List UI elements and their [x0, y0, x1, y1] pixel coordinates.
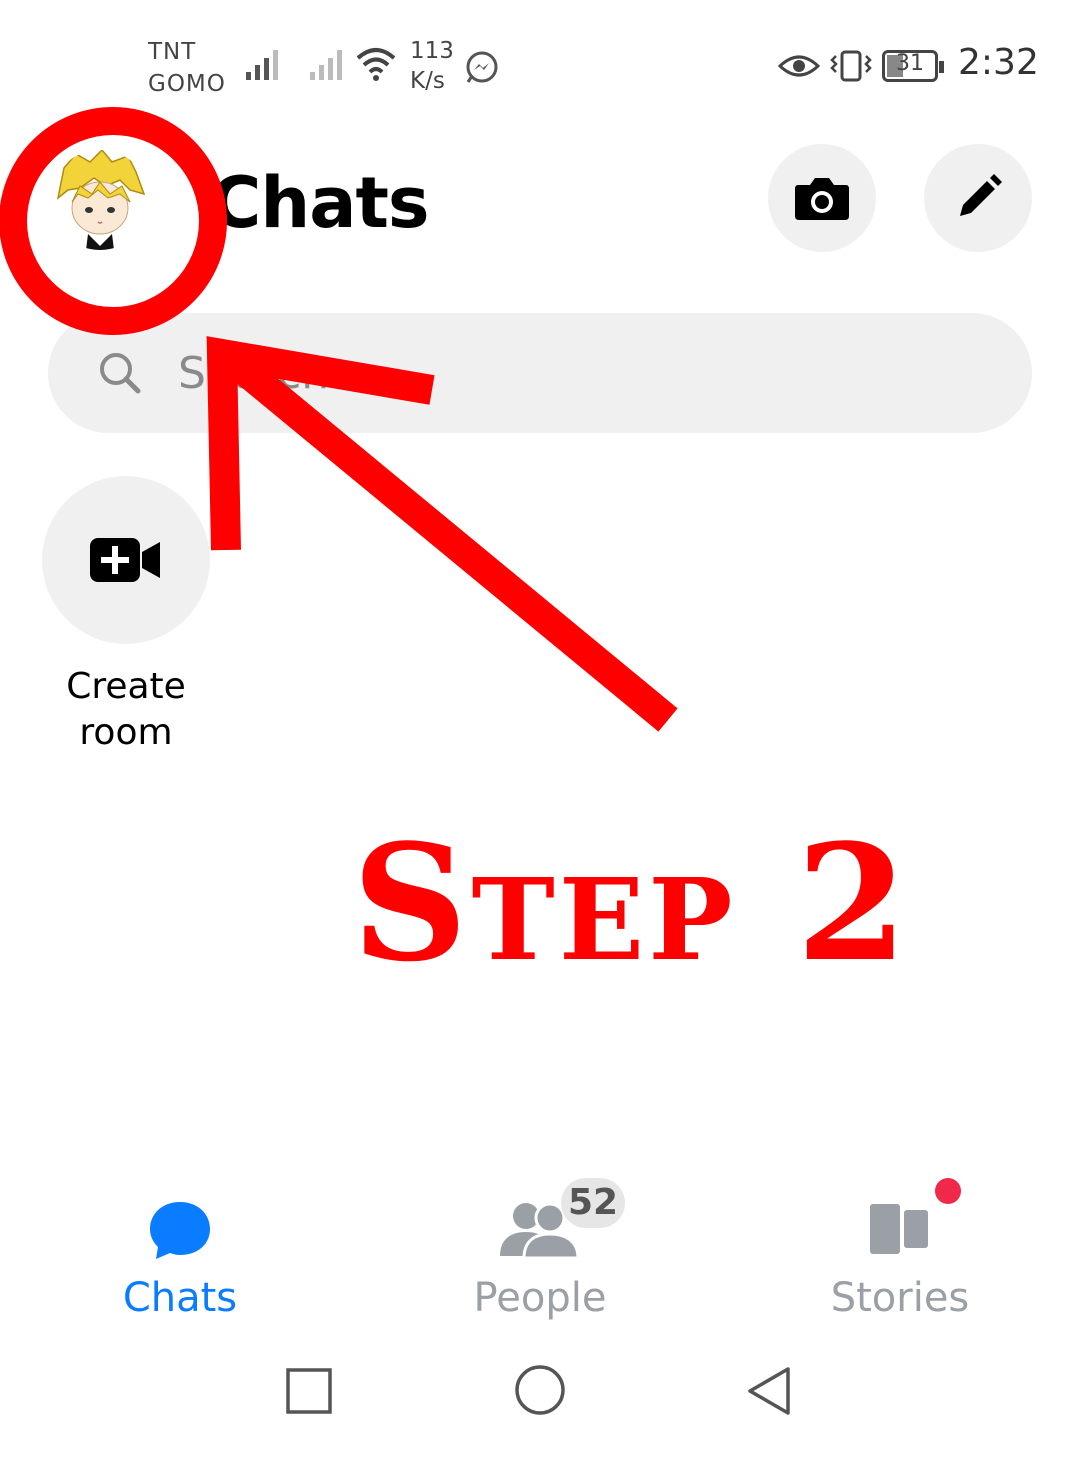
page-title: Chats [210, 162, 430, 244]
nav-chats[interactable]: Chats [50, 1170, 310, 1326]
avatar-image [50, 150, 150, 250]
carrier-line-1: TNT [148, 39, 197, 65]
compose-button[interactable] [924, 144, 1032, 252]
signal-icon-2 [310, 50, 342, 80]
network-speed: 113 K/s [410, 36, 454, 96]
stories-icon [870, 1204, 928, 1254]
camera-icon [795, 178, 849, 220]
status-bar: TNT GOMO 113 K/s 31 2:32 [0, 0, 1080, 120]
home-icon[interactable] [514, 1364, 566, 1416]
back-icon[interactable] [746, 1366, 792, 1416]
create-room-circle[interactable] [42, 476, 210, 644]
create-room-label-line2: room [79, 712, 173, 753]
carrier-name: TNT GOMO [148, 36, 226, 100]
search-icon [100, 353, 141, 394]
bottom-nav: Chats People Stories [0, 1170, 1080, 1330]
nav-stories-label: Stories [830, 1275, 970, 1321]
vibrate-icon [830, 50, 872, 82]
signal-icon [246, 50, 278, 80]
step-label: Step 2 [352, 809, 912, 997]
nav-stories[interactable]: Stories [770, 1170, 1030, 1326]
recent-apps-icon[interactable] [286, 1368, 332, 1414]
video-add-icon [90, 538, 160, 582]
clock: 2:32 [958, 42, 1039, 83]
create-room-label: Create room [42, 664, 210, 756]
battery-icon: 31 [882, 50, 944, 82]
battery-level: 31 [896, 51, 924, 76]
carrier-line-2: GOMO [148, 71, 226, 97]
pencil-icon [960, 174, 1002, 216]
system-nav-bar [0, 1350, 1080, 1450]
speed-unit: K/s [410, 68, 445, 94]
create-room-button[interactable]: Create room [42, 476, 210, 756]
profile-avatar[interactable] [50, 150, 150, 250]
create-room-label-line1: Create [66, 666, 186, 707]
eye-icon [778, 55, 820, 77]
speed-value: 113 [410, 38, 454, 64]
search-input[interactable] [178, 339, 958, 407]
nav-people[interactable]: People [410, 1170, 670, 1326]
nav-chats-label: Chats [122, 1275, 238, 1321]
camera-button[interactable] [768, 144, 876, 252]
nav-people-label: People [473, 1275, 607, 1321]
chat-bubble-icon [150, 1202, 210, 1259]
stories-notification-dot [935, 1178, 961, 1204]
people-count-badge: 52 [561, 1178, 625, 1228]
search-bar[interactable] [48, 313, 1032, 433]
messenger-icon [466, 51, 498, 83]
wifi-icon [356, 48, 396, 81]
